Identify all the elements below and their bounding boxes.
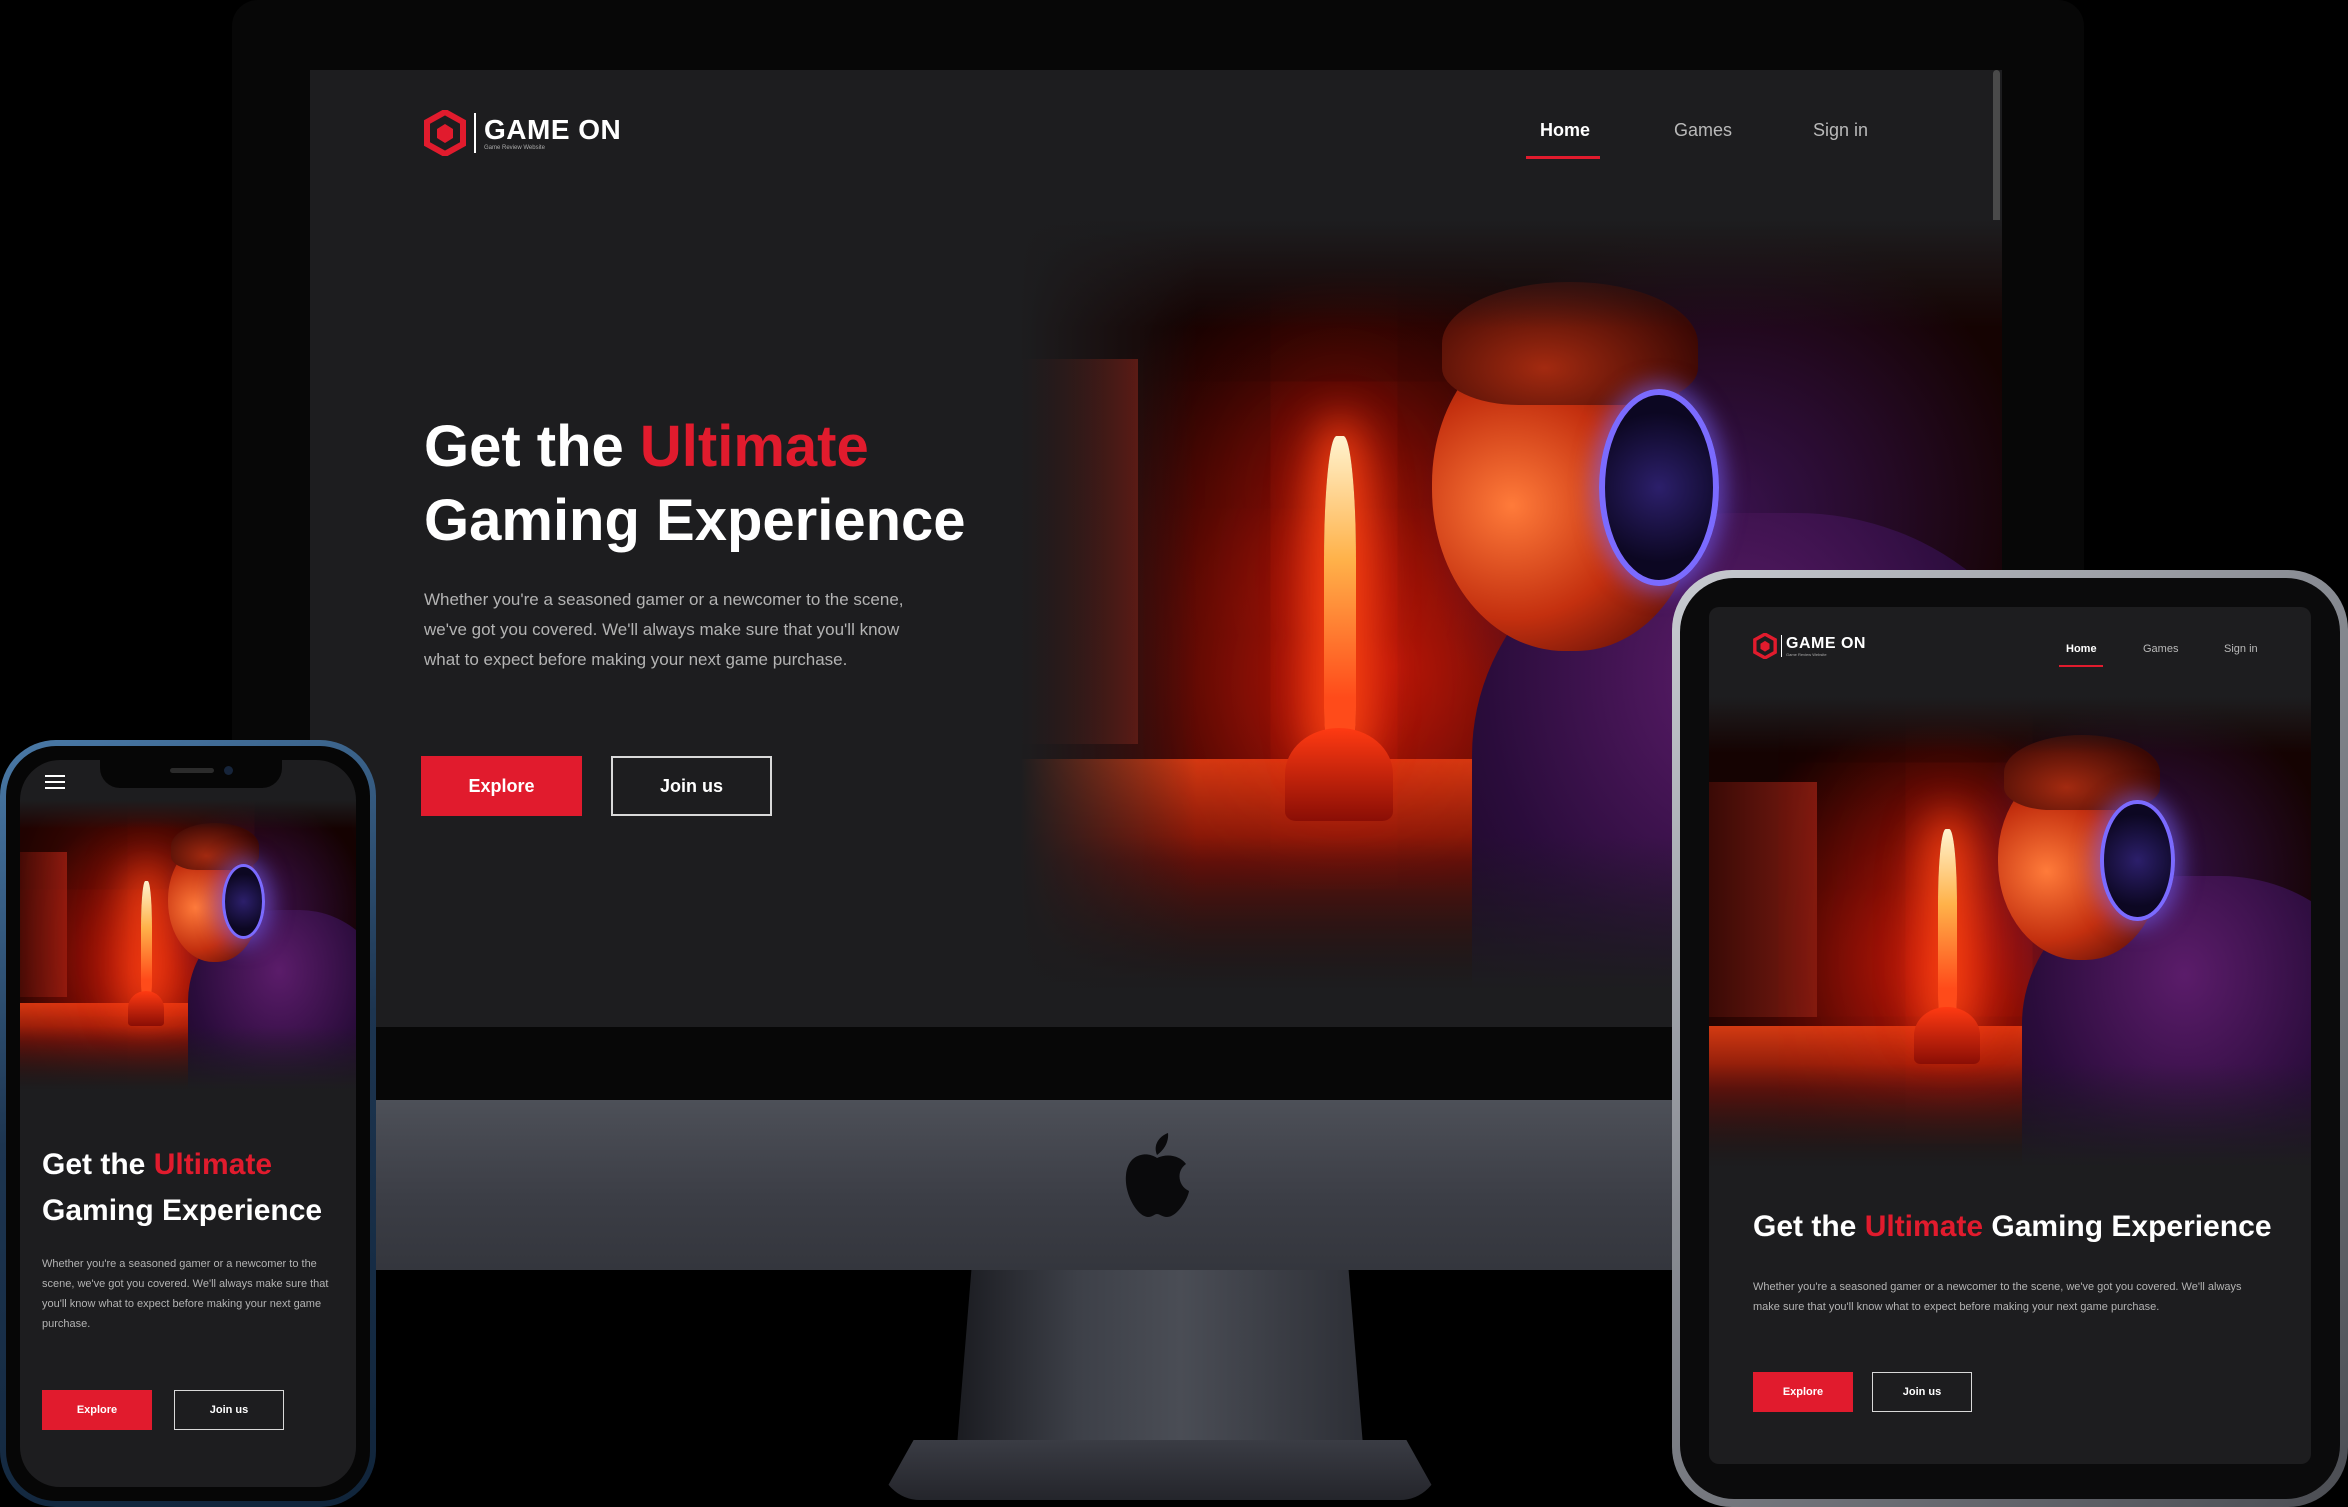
- tablet-brand-name: GAME ON: [1786, 635, 1866, 652]
- phone-hero-image: [20, 800, 356, 1090]
- nav-active-indicator: [1526, 156, 1600, 159]
- tablet-nav-games[interactable]: Games: [2143, 643, 2178, 655]
- tablet-explore-button[interactable]: Explore: [1753, 1372, 1853, 1412]
- phone-join-us-button[interactable]: Join us: [174, 1390, 284, 1430]
- explore-button[interactable]: Explore: [421, 756, 582, 816]
- tablet-join-us-button[interactable]: Join us: [1872, 1372, 1972, 1412]
- tablet-brand-tagline: Game Review Website: [1786, 652, 1827, 657]
- tablet-nav-home[interactable]: Home: [2066, 643, 2097, 655]
- tablet-nav-active-indicator: [2059, 665, 2103, 667]
- tablet-brand-logo[interactable]: GAME ON Game Review Website: [1753, 633, 1866, 659]
- brand-tagline: Game Review Website: [484, 145, 545, 151]
- tablet-nav-sign-in[interactable]: Sign in: [2224, 643, 2258, 655]
- join-us-button[interactable]: Join us: [611, 756, 772, 816]
- hamburger-menu-icon[interactable]: [44, 774, 66, 790]
- hero-description: Whether you're a seasoned gamer or a new…: [424, 590, 904, 669]
- phone-hero-description: Whether you're a seasoned gamer or a new…: [42, 1258, 329, 1330]
- hero-title: Get the Ultimate Gaming Experience: [424, 414, 966, 553]
- phone-screen: Get the Ultimate Gaming Experience Wheth…: [20, 760, 356, 1487]
- hexagon-logo-icon: [1753, 633, 1777, 659]
- tablet-hero-title: Get the Ultimate Gaming Experience: [1753, 1210, 2272, 1243]
- imac-foot: [880, 1440, 1440, 1500]
- hexagon-logo-icon: [424, 110, 466, 156]
- phone-hero-title: Get the Ultimate Gaming Experience: [42, 1148, 323, 1227]
- tablet-hero-description: Whether you're a seasoned gamer or a new…: [1753, 1281, 2242, 1313]
- nav-home[interactable]: Home: [1540, 120, 1590, 141]
- apple-logo-icon: [1125, 1133, 1189, 1217]
- phone-explore-button[interactable]: Explore: [42, 1390, 152, 1430]
- hero-title-accent: Ultimate: [639, 414, 869, 479]
- nav-games[interactable]: Games: [1674, 120, 1732, 141]
- brand-logo[interactable]: GAME ON Game Review Website: [424, 110, 621, 156]
- tablet-screen: GAME ON Game Review Website Home Games S…: [1709, 607, 2311, 1464]
- brand-name: GAME ON: [484, 114, 622, 145]
- nav-sign-in[interactable]: Sign in: [1813, 120, 1868, 141]
- tablet-hero-image: [1709, 697, 2311, 1167]
- phone-notch: [100, 760, 282, 788]
